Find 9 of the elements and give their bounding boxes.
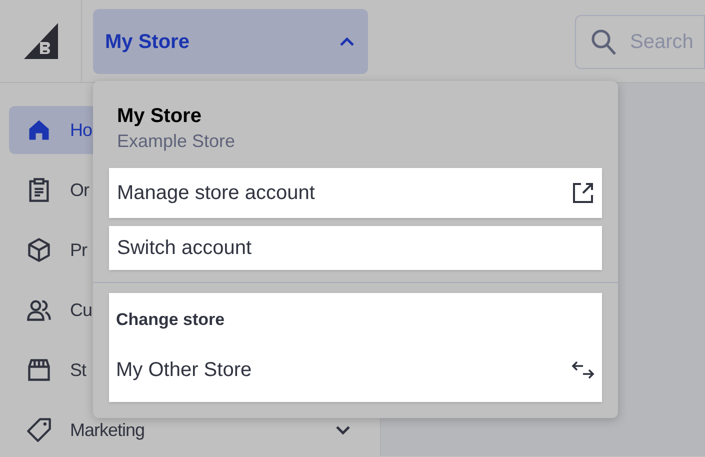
sidebar-label: Cu bbox=[70, 298, 92, 322]
sidebar-label: St bbox=[70, 358, 86, 382]
menu-subtitle: Example Store bbox=[117, 130, 236, 153]
sidebar-label: Marketing bbox=[70, 418, 145, 442]
menu-title: My Store bbox=[117, 104, 202, 129]
sidebar-label: Pr bbox=[70, 238, 87, 262]
sidebar-label: Ho bbox=[70, 118, 92, 142]
change-store-heading: Change store bbox=[116, 309, 226, 331]
sidebar-label: Or bbox=[70, 178, 89, 202]
